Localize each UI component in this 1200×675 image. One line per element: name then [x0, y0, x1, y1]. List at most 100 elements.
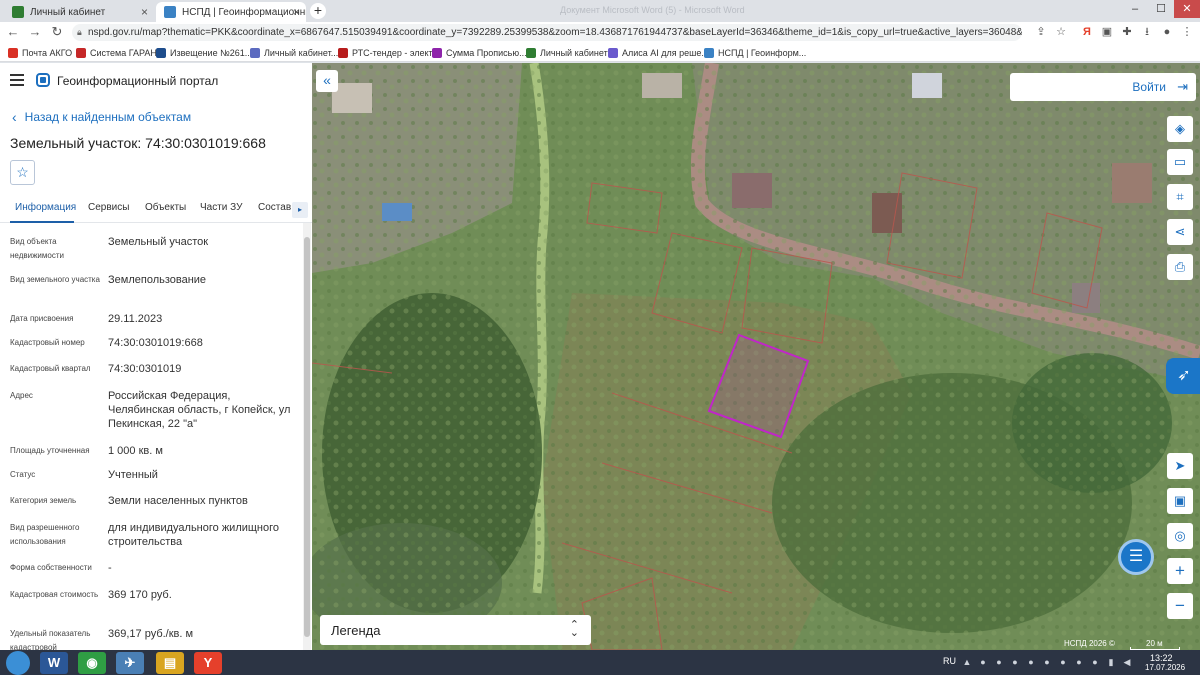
- tab-parcel-parts[interactable]: Части ЗУ: [200, 202, 242, 213]
- clock-time[interactable]: 13:22: [1150, 653, 1173, 663]
- flight-app[interactable]: ✈: [116, 652, 144, 674]
- yandex-app[interactable]: Y: [194, 652, 222, 674]
- tray-app-icon[interactable]: ●: [994, 657, 1004, 667]
- word-app[interactable]: W: [40, 652, 68, 674]
- login-button[interactable]: Войти ⇥: [1010, 73, 1196, 101]
- tray-app-icon[interactable]: ●: [1026, 657, 1036, 667]
- browser-tab-personal-cabinet[interactable]: Личный кабинет ×: [4, 2, 154, 22]
- tab-composition[interactable]: Состав: [258, 202, 291, 213]
- bookmark-item[interactable]: Почта АКГО: [8, 46, 72, 60]
- layers-icon[interactable]: ◈: [1167, 116, 1193, 142]
- tray-arrow-icon[interactable]: ▲: [962, 657, 972, 667]
- tray-app-icon[interactable]: ●: [1058, 657, 1068, 667]
- tabs-scroll-right-icon[interactable]: ▸: [292, 202, 308, 218]
- knowledge-base-button[interactable]: ➶: [1166, 358, 1200, 394]
- language-indicator[interactable]: RU: [943, 656, 956, 666]
- attribute-label: Статус: [10, 470, 36, 479]
- legend-dropdown[interactable]: Легенда ⌃ ⌄: [320, 615, 591, 645]
- share-page-icon[interactable]: ⇪: [1034, 25, 1048, 39]
- login-arrow-icon: ⇥: [1177, 79, 1188, 94]
- bookmark-item[interactable]: Система ГАРАНТ: [76, 46, 162, 60]
- bookmark-favicon-icon: [156, 48, 166, 58]
- chat-assistant-button[interactable]: ☰: [1118, 539, 1154, 575]
- bookmark-favicon-icon: [76, 48, 86, 58]
- minimize-button[interactable]: –: [1122, 0, 1148, 18]
- screen-icon[interactable]: ▣: [1167, 488, 1193, 514]
- back-icon[interactable]: ←: [4, 23, 22, 41]
- tab-objects[interactable]: Объекты: [145, 202, 186, 213]
- tab-information[interactable]: Информация: [15, 202, 76, 213]
- locate-icon[interactable]: ➤: [1167, 453, 1193, 479]
- url-field[interactable]: 🔒︎ nspd.gov.ru/map?thematic=PKK&coordina…: [72, 24, 1022, 41]
- url-text: nspd.gov.ru/map?thematic=PKK&coordinate_…: [88, 27, 1022, 38]
- bookmark-star-icon[interactable]: ☆: [1054, 25, 1068, 39]
- volume-icon[interactable]: ◀: [1122, 657, 1132, 667]
- zoom-out-icon[interactable]: −: [1167, 593, 1193, 619]
- new-tab-button[interactable]: +: [310, 3, 326, 19]
- network-icon[interactable]: ▮: [1106, 657, 1116, 667]
- clock-date[interactable]: 17.07.2026: [1145, 663, 1185, 672]
- bookmark-favicon-icon: [704, 48, 714, 58]
- tray-app-icon[interactable]: ●: [1090, 657, 1100, 667]
- attribute-value: 369 170 руб.: [108, 589, 172, 601]
- select-area-icon[interactable]: ⌗: [1167, 184, 1193, 210]
- download-icon[interactable]: ⭳: [1140, 25, 1154, 39]
- bookmark-item[interactable]: РТС-тендер - элект...: [338, 46, 439, 60]
- bookmark-item[interactable]: Личный кабинет...: [250, 46, 338, 60]
- extension-icon[interactable]: ▣: [1100, 25, 1114, 39]
- tray-app-icon[interactable]: ●: [1042, 657, 1052, 667]
- menu-dots-icon[interactable]: ⋮: [1180, 25, 1194, 39]
- tab-title: НСПД | Геоинформационный п: [182, 6, 306, 18]
- explorer-app[interactable]: ▤: [156, 652, 184, 674]
- tray-app-icon[interactable]: ●: [1074, 657, 1084, 667]
- back-to-results-link[interactable]: ‹ Назад к найденным объектам: [12, 109, 191, 125]
- maximize-button[interactable]: ☐: [1148, 0, 1174, 18]
- window-title: Документ Microsoft Word (5) - Microsoft …: [560, 5, 745, 15]
- chrome-app[interactable]: ◉: [78, 652, 106, 674]
- start-button[interactable]: [6, 651, 30, 675]
- attribute-label: Удельный показатель кадастровой: [10, 629, 91, 650]
- bookmark-label: Извещение №261...: [170, 48, 253, 58]
- puzzle-icon[interactable]: ✚: [1120, 25, 1134, 39]
- forward-icon[interactable]: →: [26, 23, 44, 41]
- info-tabs: Информация Сервисы Объекты Части ЗУ Сост…: [0, 197, 312, 223]
- window-close-button[interactable]: ✕: [1174, 0, 1200, 18]
- legend-label: Легенда: [331, 623, 381, 638]
- print-icon[interactable]: ⎙: [1167, 254, 1193, 280]
- profile-icon[interactable]: ●: [1160, 25, 1174, 39]
- attribute-label: Вид объекта недвижимости: [10, 237, 64, 260]
- ruler-icon[interactable]: ▭: [1167, 149, 1193, 175]
- tray-app-icon[interactable]: ●: [1010, 657, 1020, 667]
- tray-app-icon[interactable]: ●: [978, 657, 988, 667]
- bookmark-label: Личный кабинет...: [264, 48, 339, 58]
- bookmark-item[interactable]: НСПД | Геоинформ...: [704, 46, 806, 60]
- browser-tab-nspd[interactable]: НСПД | Геоинформационный п ×: [156, 2, 306, 22]
- bookmark-favicon-icon: [608, 48, 618, 58]
- bookmark-favicon-icon: [526, 48, 536, 58]
- reload-icon[interactable]: ↻: [48, 23, 66, 41]
- zoom-in-icon[interactable]: +: [1167, 558, 1193, 584]
- bookmark-item[interactable]: Алиса AI для реше...: [608, 46, 709, 60]
- map-view[interactable]: « Войти ⇥ ◈ ▭ ⌗ ⋖ ⎙ ➶ ➤ ▣ ◎ + − ☰ Легенд…: [312, 63, 1200, 650]
- favorite-star-button[interactable]: ☆: [10, 160, 35, 185]
- map-attribution: НСПД 2026 ©: [1064, 639, 1115, 648]
- bookmark-item[interactable]: Личный кабинет: [526, 46, 608, 60]
- collapse-panel-button[interactable]: «: [316, 70, 338, 92]
- share-icon[interactable]: ⋖: [1167, 219, 1193, 245]
- tab-services[interactable]: Сервисы: [88, 202, 129, 213]
- tab-close-icon[interactable]: ×: [293, 5, 300, 19]
- yandex-extension-icon[interactable]: Я: [1080, 25, 1094, 39]
- hamburger-menu-icon[interactable]: [10, 74, 24, 86]
- bookmark-label: НСПД | Геоинформ...: [718, 48, 807, 58]
- chevron-left-icon: ‹: [12, 109, 17, 125]
- bookmark-item[interactable]: Извещение №261...: [156, 46, 252, 60]
- attribute-value: Российская Федерация, Челябинская област…: [108, 390, 291, 430]
- geolocation-icon[interactable]: ◎: [1167, 523, 1193, 549]
- scrollbar-thumb[interactable]: [304, 237, 310, 637]
- object-title: Земельный участок: 74:30:0301019:668: [10, 135, 266, 151]
- tab-close-icon[interactable]: ×: [141, 5, 148, 19]
- panel-scrollbar[interactable]: [303, 223, 311, 650]
- browser-tab-bar: Личный кабинет × НСПД | Геоинформационны…: [0, 0, 1200, 22]
- bookmark-item[interactable]: Сумма Прописью...: [432, 46, 527, 60]
- address-bar: ← → ↻ 🔒︎ nspd.gov.ru/map?thematic=PKK&co…: [0, 22, 1200, 43]
